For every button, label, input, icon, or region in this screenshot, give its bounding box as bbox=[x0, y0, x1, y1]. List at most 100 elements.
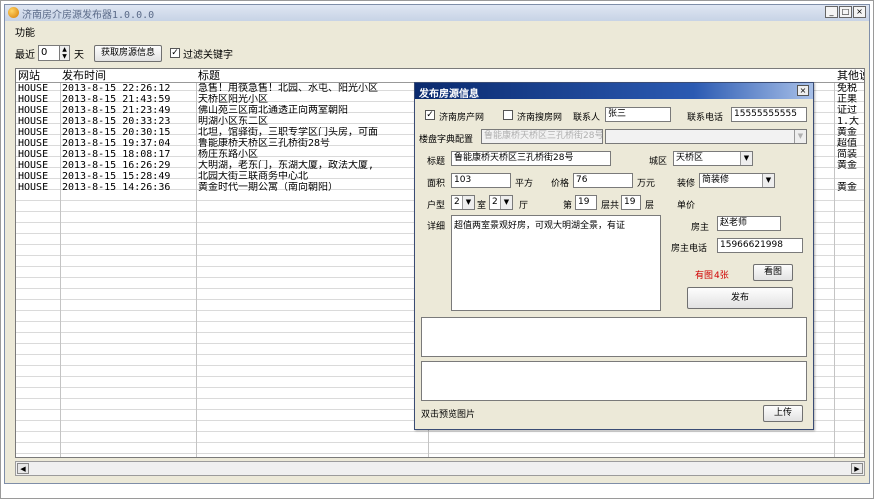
scroll-right-icon[interactable]: ▶ bbox=[851, 463, 863, 474]
image-preview-area-2[interactable] bbox=[421, 361, 807, 401]
chevron-down-icon: ▼ bbox=[740, 152, 752, 165]
cell-title: 天桥区阳光小区 bbox=[198, 94, 268, 105]
cell-site: HOUSE bbox=[18, 127, 49, 138]
maximize-button[interactable]: □ bbox=[839, 6, 852, 18]
cell-title: 明湖小区东二区 bbox=[198, 116, 268, 127]
cell-other: 黄金 bbox=[837, 127, 857, 138]
fetch-listings-button[interactable]: 获取房源信息 bbox=[94, 44, 162, 62]
days-unit: 天 bbox=[74, 49, 84, 61]
site2-checkbox[interactable] bbox=[503, 110, 513, 120]
images-count: 4张 bbox=[714, 271, 729, 281]
floor-total-input[interactable]: 19 bbox=[621, 195, 641, 210]
cell-other: 超值 bbox=[837, 138, 857, 149]
title-bar: 济南房介房源发布器1.0.0.0 _ □ × bbox=[5, 5, 869, 21]
cell-site: HOUSE bbox=[18, 116, 49, 127]
col-site[interactable]: 网站 bbox=[16, 69, 60, 83]
area-unit: 平方 bbox=[515, 179, 534, 189]
halls-unit: 厅 bbox=[519, 201, 529, 211]
publish-button[interactable]: 发布 bbox=[687, 287, 793, 309]
contact-input[interactable]: 张三 bbox=[605, 107, 671, 122]
area-input[interactable]: 103 bbox=[451, 173, 511, 188]
days-spinner[interactable]: ▲ ▼ bbox=[60, 45, 70, 61]
floor-unit: 层 bbox=[645, 201, 655, 211]
cell-title: 急售！用筷急售！北园、水屯、阳光小区 bbox=[198, 83, 378, 94]
view-images-button[interactable]: 看图 bbox=[753, 264, 793, 281]
preview-hint: 双击预览图片 bbox=[421, 410, 476, 420]
cell-other: 免税 bbox=[837, 83, 857, 94]
close-button[interactable]: × bbox=[853, 6, 866, 18]
site1-label: 济南房产网 bbox=[439, 113, 485, 123]
menu-function[interactable]: 功能 bbox=[15, 24, 35, 39]
cell-title: 大明湖，老东门，东湖大厦，政法大厦, bbox=[198, 160, 375, 171]
phone-input[interactable]: 15555555555 bbox=[731, 107, 807, 122]
cell-time: 2013-8-15 14:26:36 bbox=[62, 182, 171, 193]
area-label: 面积 bbox=[427, 179, 446, 189]
cell-other: 黄金 bbox=[837, 160, 857, 171]
decor-value: 简装修 bbox=[702, 175, 730, 185]
rooms-select[interactable]: 2 ▼ bbox=[451, 195, 475, 210]
minimize-button[interactable]: _ bbox=[825, 6, 838, 18]
price-unit: 万元 bbox=[637, 179, 656, 189]
floor-prefix: 第 bbox=[563, 201, 573, 211]
phone-label: 联系电话 bbox=[687, 113, 724, 123]
col-time[interactable]: 发布时间 bbox=[60, 69, 196, 83]
config-dropdown[interactable]: ▼ bbox=[605, 129, 807, 144]
site1-checkbox[interactable]: ✓ bbox=[425, 110, 435, 120]
col-title[interactable]: 标题 bbox=[196, 69, 428, 83]
cell-site: HOUSE bbox=[18, 138, 49, 149]
dialog-close-button[interactable]: × bbox=[797, 85, 809, 96]
recent-label: 最近 bbox=[15, 49, 35, 61]
decor-select[interactable]: 简装修 ▼ bbox=[699, 173, 775, 188]
cell-site: HOUSE bbox=[18, 94, 49, 105]
horizontal-scrollbar[interactable]: ◀ ▶ bbox=[15, 461, 865, 476]
halls-select[interactable]: 2 ▼ bbox=[489, 195, 513, 210]
cell-time: 2013-8-15 22:26:12 bbox=[62, 83, 171, 94]
owner-input[interactable]: 赵老师 bbox=[717, 216, 781, 231]
detail-textarea[interactable]: 超值两室景观好房，可观大明湖全景，有证 bbox=[451, 215, 661, 311]
decor-label: 装修 bbox=[677, 179, 696, 189]
chevron-down-icon: ▼ bbox=[462, 196, 474, 209]
detail-label: 详细 bbox=[427, 222, 446, 232]
filter-keyword-checkbox[interactable]: ✓ bbox=[170, 48, 180, 58]
cell-site: HOUSE bbox=[18, 171, 49, 182]
filter-keyword-label: 过滤关键字 bbox=[183, 49, 233, 61]
images-prefix: 有图 bbox=[695, 271, 714, 281]
cell-other: 1.大 bbox=[837, 116, 860, 127]
col-other[interactable]: 其他说 bbox=[835, 69, 864, 83]
dialog-title: 发布房源信息 bbox=[419, 89, 479, 100]
district-label: 城区 bbox=[649, 157, 668, 167]
table-header: 网站 发布时间 标题 其他说 bbox=[16, 69, 864, 83]
cell-other: 正果 bbox=[837, 94, 857, 105]
owner-label: 房主 bbox=[691, 223, 710, 233]
cell-site: HOUSE bbox=[18, 83, 49, 94]
cell-time: 2013-8-15 20:33:23 bbox=[62, 116, 171, 127]
district-select[interactable]: 天桥区 ▼ bbox=[673, 151, 753, 166]
cell-title: 杨庄东路小区 bbox=[198, 149, 258, 160]
window-title: 济南房介房源发布器1.0.0.0 bbox=[22, 10, 155, 21]
cell-site: HOUSE bbox=[18, 182, 49, 193]
title-label: 标题 bbox=[427, 157, 446, 167]
cell-time: 2013-8-15 21:43:59 bbox=[62, 94, 171, 105]
config-label: 楼盘字典配置 bbox=[419, 135, 474, 145]
chevron-down-icon: ▼ bbox=[500, 196, 512, 209]
title-input[interactable]: 鲁能康桥天桥区三孔桥街28号 bbox=[451, 151, 611, 166]
chevron-down-icon: ▼ bbox=[762, 174, 774, 187]
cell-site: HOUSE bbox=[18, 105, 49, 116]
cell-other: 黄金 bbox=[837, 182, 857, 193]
cell-time: 2013-8-15 20:30:15 bbox=[62, 127, 171, 138]
price-input[interactable]: 76 bbox=[573, 173, 633, 188]
scroll-left-icon[interactable]: ◀ bbox=[17, 463, 29, 474]
days-input[interactable]: 0 bbox=[38, 45, 60, 61]
chevron-down-icon: ▼ bbox=[794, 130, 806, 143]
cell-title: 鲁能康桥天桥区三孔桥街28号 bbox=[198, 138, 331, 149]
cell-time: 2013-8-15 15:28:49 bbox=[62, 171, 171, 182]
owner-phone-input[interactable]: 15966621998 bbox=[717, 238, 803, 253]
unit-price-label: 单价 bbox=[677, 201, 696, 211]
upload-button[interactable]: 上传 bbox=[763, 405, 803, 422]
floor-input[interactable]: 19 bbox=[575, 195, 597, 210]
floor-total-label: 层共 bbox=[601, 201, 620, 211]
owner-phone-label: 房主电话 bbox=[671, 244, 708, 254]
image-preview-area-1[interactable] bbox=[421, 317, 807, 357]
cell-time: 2013-8-15 19:37:04 bbox=[62, 138, 171, 149]
config-input[interactable]: 鲁能康桥天桥区三孔桥街28号 bbox=[481, 129, 603, 144]
